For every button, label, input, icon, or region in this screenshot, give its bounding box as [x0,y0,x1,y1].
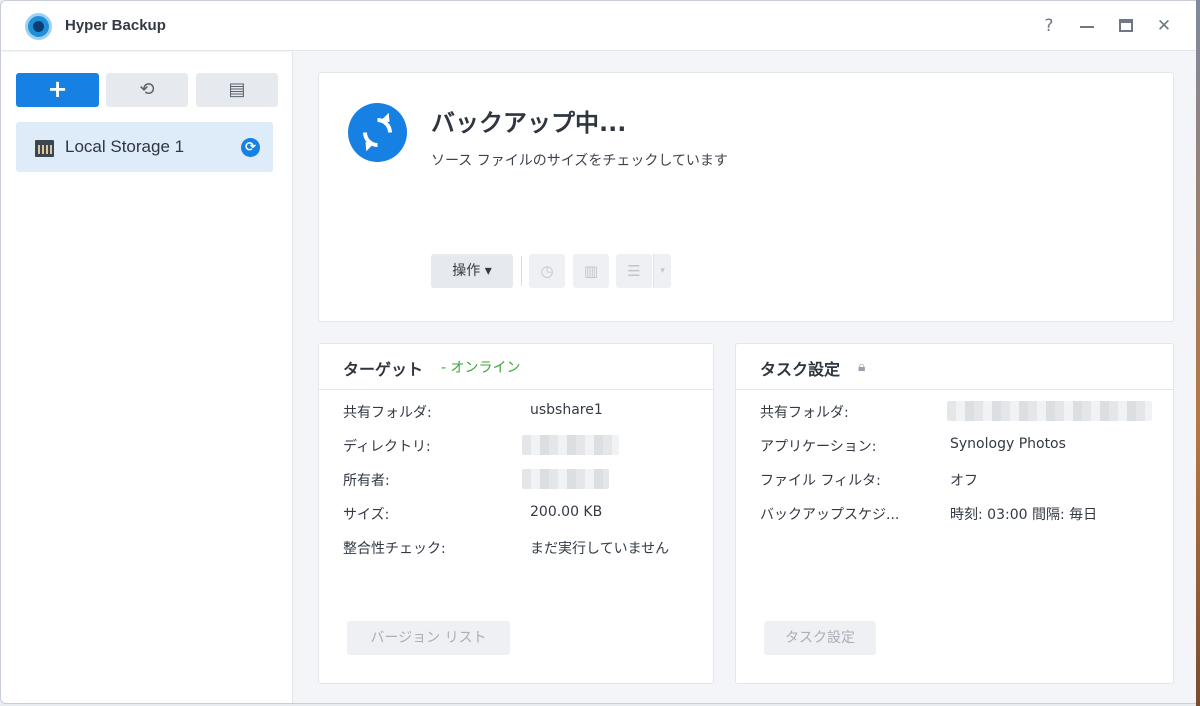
blurred-value [947,401,1152,421]
settings-row-label: アプリケーション: [760,439,877,455]
hyper-backup-window: Hyper Backup ? ✕ + ⟲ ▤ Local Storage 1 ⟳ [0,0,1200,704]
maximize-button[interactable] [1113,13,1139,39]
target-title: ターゲット [343,360,424,379]
more-actions-button[interactable]: ☰ [616,254,652,288]
target-panel-header: ターゲット - オンライン [319,344,713,390]
log-button[interactable]: ▤ [196,73,278,107]
target-status: - オンライン [441,360,521,376]
status-subtitle: ソース ファイルのサイズをチェックしています [431,153,728,169]
statistics-button[interactable]: ▥ [573,254,609,288]
settings-row-label: バックアップスケジ... [760,507,900,523]
desktop-background-edge [1196,0,1200,706]
settings-row-value: Synology Photos [950,436,1066,452]
settings-row-label: 共有フォルダ: [760,405,849,421]
backup-status-panel: バックアップ中... ソース ファイルのサイズをチェックしています 操作 ▾ ◷… [318,72,1174,322]
target-panel: ターゲット - オンライン 共有フォルダ: usbshare1 ディレクトリ: … [318,343,714,684]
bar-chart-icon: ▥ [583,262,599,280]
action-menu-button[interactable]: 操作 ▾ [431,254,513,288]
minimize-icon [1080,26,1094,28]
target-row-label: サイズ: [343,507,390,523]
settings-row-value: 時刻: 03:00 間隔: 毎日 [950,507,1098,523]
lock-icon: 🔒︎ [858,359,866,375]
task-settings-button[interactable]: タスク設定 [764,621,876,655]
help-button[interactable]: ? [1036,13,1062,39]
maximize-icon [1119,19,1133,32]
list-icon: ☰ [627,262,641,280]
status-title: バックアップ中... [431,109,627,137]
target-row-value: 200.00 KB [530,504,603,520]
target-row-value: usbshare1 [530,402,603,418]
document-icon: ▤ [228,79,246,100]
toolbar-divider [521,256,522,286]
settings-row-label: ファイル フィルタ: [760,473,881,489]
target-row-label: 整合性チェック: [343,541,446,557]
close-icon: ✕ [1156,16,1172,36]
hyper-backup-app-icon [25,13,52,40]
task-settings-header: タスク設定 🔒︎ [736,344,1173,390]
search-clock-icon: ◷ [540,262,554,280]
task-settings-panel: タスク設定 🔒︎ 共有フォルダ: アプリケーション: Synology Phot… [735,343,1174,684]
history-icon: ⟲ [139,79,155,100]
sync-icon: ⟳ [241,138,260,157]
task-settings-title: タスク設定 [760,360,841,379]
target-row-label: 共有フォルダ: [343,405,432,421]
target-row-label: ディレクトリ: [343,439,431,455]
close-button[interactable]: ✕ [1151,13,1177,39]
storage-icon [35,140,54,157]
task-item-local-storage-1[interactable]: Local Storage 1 ⟳ [16,122,273,172]
create-task-button[interactable]: + [16,73,99,107]
browse-versions-button[interactable]: ◷ [529,254,565,288]
plus-icon: + [47,75,68,103]
target-row-label: 所有者: [343,473,390,489]
minimize-button[interactable] [1074,13,1100,39]
more-actions-dropdown[interactable]: ▾ [653,254,671,288]
app-title: Hyper Backup [65,17,166,34]
blurred-value [522,435,619,455]
settings-row-value: オフ [950,473,978,489]
sync-icon [348,103,407,162]
version-list-button[interactable]: バージョン リスト [347,621,510,655]
blurred-value [522,469,609,489]
task-name: Local Storage 1 [65,137,185,156]
target-row-value: まだ実行していません [530,541,670,557]
restore-button[interactable]: ⟲ [106,73,188,107]
sidebar: + ⟲ ▤ Local Storage 1 ⟳ [1,52,293,703]
title-bar[interactable]: Hyper Backup ? ✕ [1,1,1199,51]
chevron-down-icon: ▾ [660,266,665,276]
